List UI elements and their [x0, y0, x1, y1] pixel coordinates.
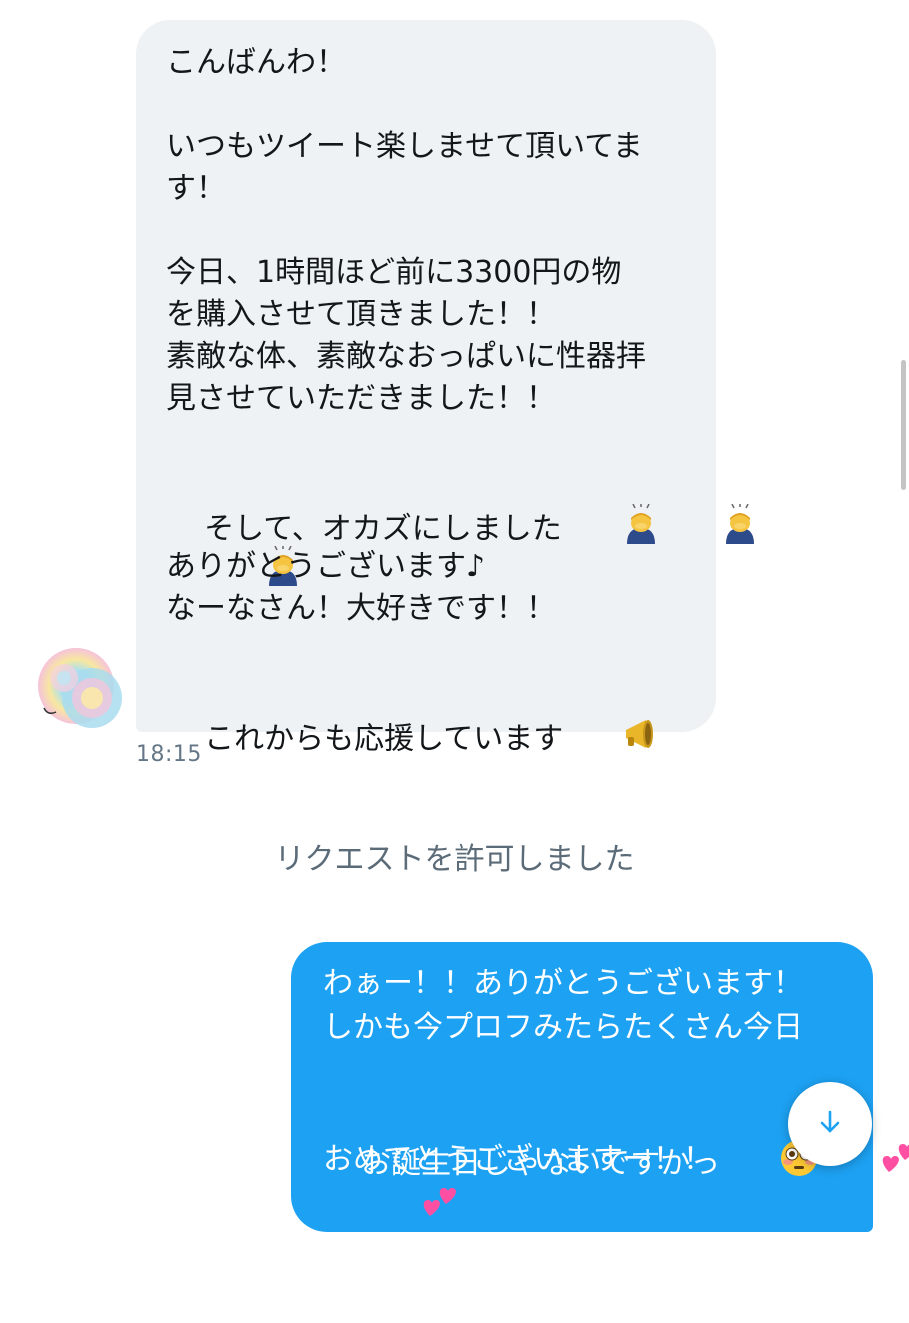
message-line: いつもツイート楽しませて頂いてま — [166, 129, 643, 164]
request-accepted-notice: リクエストを許可しました — [274, 842, 635, 877]
message-text: これからも応援しています — [204, 721, 564, 757]
message-line — [166, 84, 692, 126]
message-line: を購入させて頂きました！！ — [166, 297, 556, 332]
message-line — [166, 210, 692, 252]
megaphone-emoji — [565, 672, 662, 808]
message-line-with-emoji: お誕生日じゃないですかっ — [323, 1050, 909, 1181]
message-line: す！ — [166, 171, 226, 206]
message-line-with-emoji: そして、オカズにしました — [166, 420, 755, 547]
person-bowing-emoji — [663, 462, 760, 598]
message-line: 見させていただきました！！ — [166, 381, 556, 416]
scroll-to-bottom-button[interactable] — [788, 1082, 872, 1166]
message-timestamp: 18:15 — [136, 742, 202, 767]
message-line: こんばんわ！ — [166, 45, 346, 80]
scrollbar[interactable] — [901, 360, 906, 490]
person-bowing-emoji — [564, 462, 661, 598]
received-message-bubble[interactable]: こんばんわ！ いつもツイート楽しませて頂いてま す！ 今日、1時間ほど前に330… — [136, 20, 755, 757]
message-line: 今日、1時間ほど前に3300円の物 — [166, 255, 622, 290]
avatar[interactable] — [34, 642, 128, 736]
arrow-down-icon — [816, 1108, 844, 1140]
message-line: 素敵な体、素敵なおっぱいに性器拝 — [166, 339, 646, 374]
sent-message-bubble[interactable]: わぁー！！ありがとうございます！ しかも今プロフみたらたくさん今日 お誕生日じゃ… — [291, 942, 909, 1232]
message-line: しかも今プロフみたらたくさん今日 — [323, 1010, 803, 1045]
message-line: わぁー！！ありがとうございます！ — [323, 966, 803, 1001]
